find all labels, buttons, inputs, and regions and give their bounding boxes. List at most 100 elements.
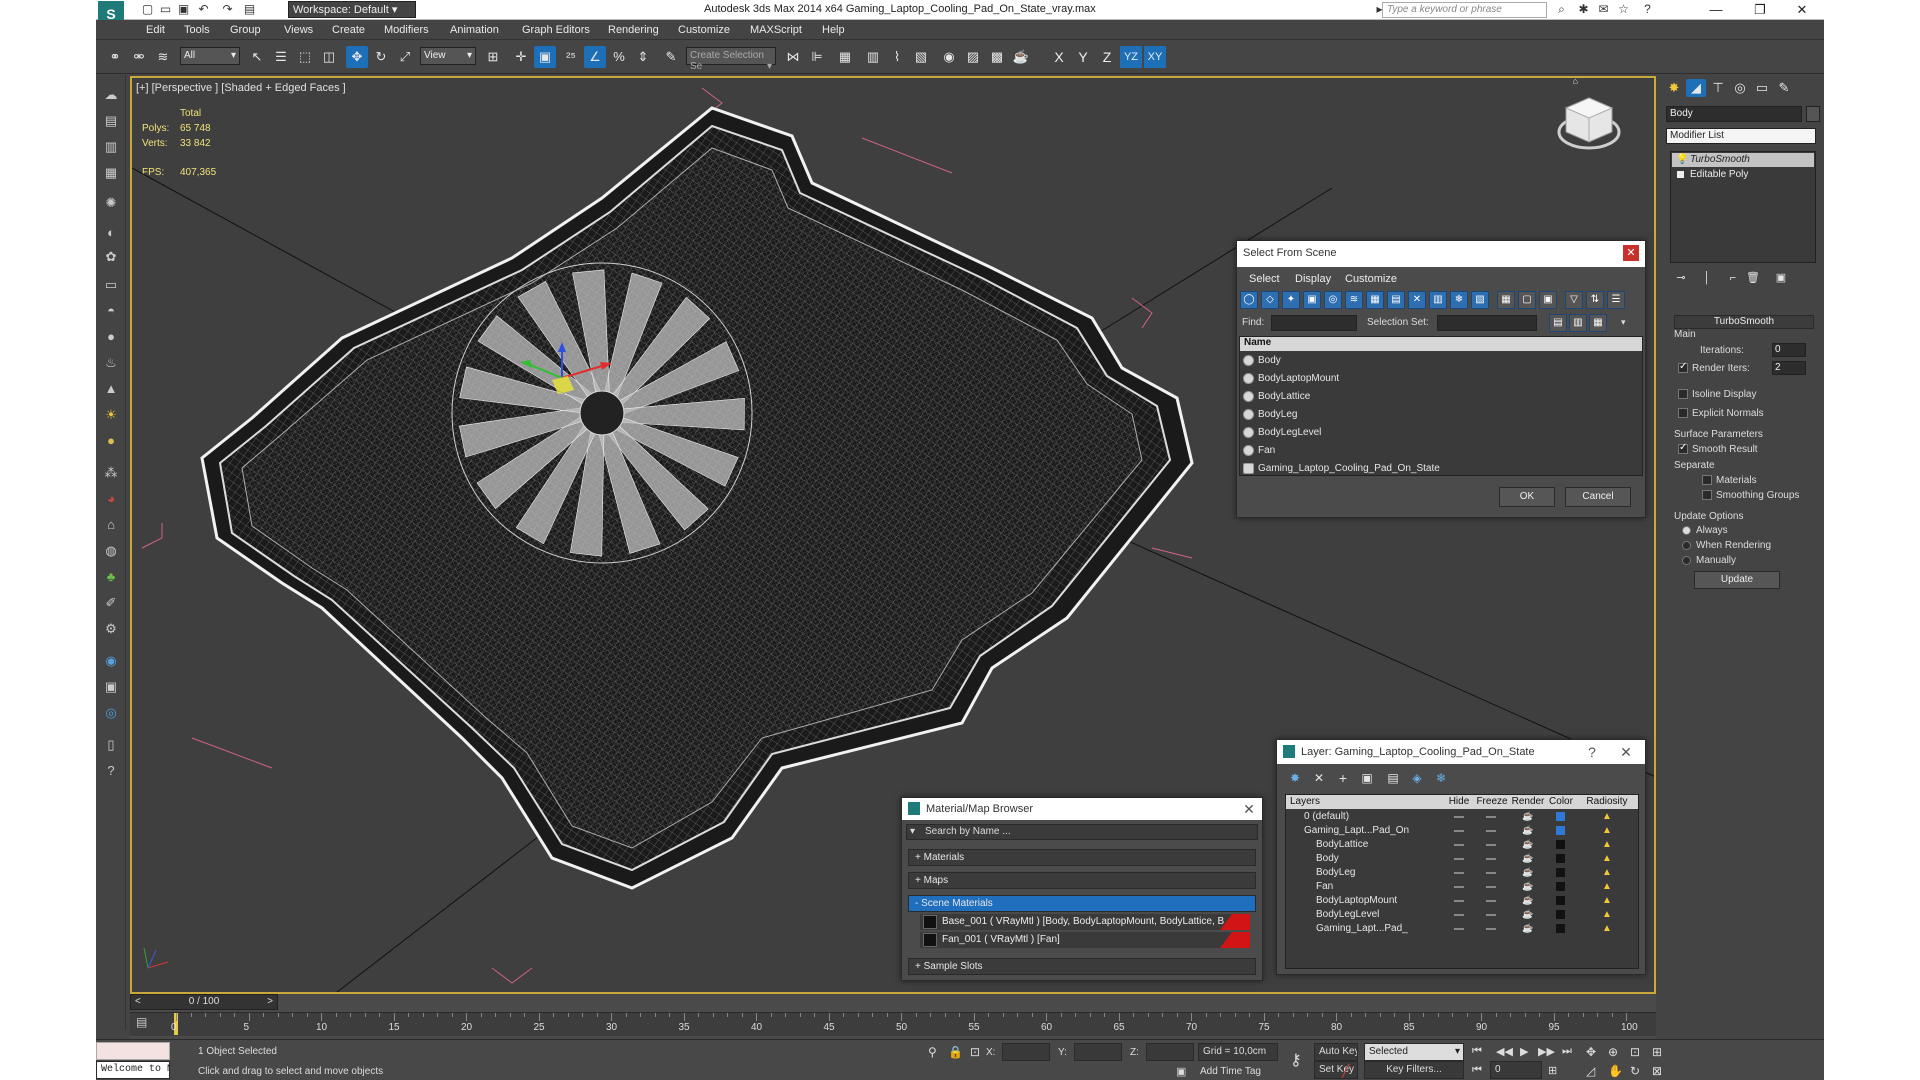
filter-lights-icon[interactable]: ✦ — [1282, 291, 1300, 309]
schematic-view-icon[interactable]: ▧ — [910, 46, 932, 68]
menu-views[interactable]: Views — [284, 24, 313, 36]
hide-toggle[interactable] — [1454, 858, 1464, 860]
key-mode-dropdown[interactable]: Selected ▾ — [1364, 1043, 1464, 1061]
radiosity-toggle-icon[interactable]: ▲ — [1602, 867, 1613, 878]
layer-color-swatch[interactable] — [1556, 826, 1565, 835]
pivot-center-icon[interactable]: ⊞ — [482, 46, 504, 68]
scene-object-bodyleglevel[interactable]: BodyLegLevel — [1240, 424, 1642, 441]
filter-geometry-icon[interactable]: ◯ — [1240, 291, 1258, 309]
motion-tab-icon[interactable]: ◎ — [1730, 79, 1750, 97]
material-base-001[interactable]: Base_001 ( VRayMtl ) [Body, BodyLaptopMo… — [920, 914, 1250, 930]
sphere-light-icon[interactable]: ● — [101, 431, 121, 451]
book-icon[interactable]: ▯ — [101, 735, 121, 755]
display-tab-icon[interactable]: ▭ — [1752, 79, 1772, 97]
absolute-mode-icon[interactable]: ⊡ — [970, 1045, 980, 1059]
new-layer-icon[interactable]: ✸ — [1285, 768, 1305, 788]
go-to-end-icon[interactable]: ⏭ — [1562, 1045, 1572, 1058]
binoculars-icon[interactable]: ⌕ — [1554, 2, 1569, 17]
scene-object-fan[interactable]: Fan — [1240, 442, 1642, 459]
time-tag-icon[interactable]: ▣ — [1176, 1065, 1186, 1078]
menu-rendering[interactable]: Rendering — [608, 24, 659, 36]
browser-search-input[interactable]: Search by Name ... — [925, 826, 1011, 837]
freeze-toggle[interactable] — [1486, 844, 1496, 846]
radiosity-toggle-icon[interactable]: ▲ — [1602, 923, 1613, 934]
freeze-toggle[interactable] — [1486, 928, 1496, 930]
select-and-move-icon[interactable]: ✥ — [346, 46, 368, 68]
select-and-scale-icon[interactable]: ⤢ — [394, 46, 416, 68]
layer-row[interactable]: BodyLattice ☕ ▲ — [1286, 838, 1638, 852]
new-file-icon[interactable]: ▢ — [140, 2, 155, 17]
render-setup-icon[interactable]: ▨ — [962, 46, 984, 68]
isoline-display-checkbox[interactable] — [1678, 389, 1688, 399]
configure-modifier-sets-icon[interactable]: ▣ — [1772, 269, 1790, 287]
freeze-toggle[interactable] — [1486, 816, 1496, 818]
snaps-toggle-icon[interactable]: ²⁵ — [560, 46, 582, 68]
remove-from-set-icon[interactable]: ▦ — [1589, 314, 1607, 332]
group-sample-slots[interactable]: + Sample Slots — [908, 958, 1256, 975]
infocenter-search-input[interactable]: Type a keyword or phrase — [1382, 2, 1547, 18]
play-icon[interactable]: ▶ — [1520, 1045, 1528, 1058]
layer-explorer-icon[interactable]: ▥ — [101, 137, 121, 157]
object-color-swatch[interactable] — [1806, 106, 1820, 122]
render-mtl-icon[interactable]: ◕ — [101, 489, 121, 509]
maximize-viewport-icon[interactable]: ⊠ — [1652, 1064, 1662, 1078]
menu-animation[interactable]: Animation — [450, 24, 499, 36]
workspace-dropdown[interactable]: Workspace: Default ▾ — [288, 1, 416, 18]
layers-column-header[interactable]: Layers — [1286, 795, 1444, 809]
menu-edit[interactable]: Edit — [146, 24, 165, 36]
menu-maxscript[interactable]: MAXScript — [750, 24, 802, 36]
layer-color-swatch[interactable] — [1556, 910, 1565, 919]
layout-icon[interactable]: ▦ — [101, 163, 121, 183]
minimize-button[interactable]: — — [1696, 0, 1736, 20]
time-slider-prev[interactable]: < — [135, 995, 141, 1009]
key-icon[interactable]: ⚷ — [1290, 1050, 1302, 1070]
subscription-icon[interactable]: ✱ — [1576, 2, 1591, 17]
render-toggle-icon[interactable]: ☕ — [1522, 882, 1533, 891]
select-and-link-icon[interactable]: ⚭ — [104, 46, 126, 68]
freeze-column-header[interactable]: Freeze — [1474, 795, 1510, 809]
make-unique-icon[interactable]: ⌐ — [1724, 269, 1742, 287]
add-time-tag[interactable]: Add Time Tag — [1200, 1066, 1261, 1077]
cone-icon[interactable]: ▲ — [101, 379, 121, 399]
particle-icon[interactable]: ✿ — [101, 247, 121, 267]
smooth-result-checkbox[interactable] — [1678, 442, 1688, 454]
render-production-icon[interactable]: ☕ — [1010, 46, 1032, 68]
zoom-icon[interactable]: ✥ — [1586, 1045, 1596, 1059]
scene-object-bodylaptopmount[interactable]: BodyLaptopMount — [1240, 370, 1642, 387]
x-coord-field[interactable] — [1002, 1043, 1050, 1061]
bulb-icon[interactable]: 💡 — [1676, 153, 1688, 167]
name-column-header[interactable]: Name — [1240, 337, 1642, 351]
select-all-icon[interactable]: ▦ — [1497, 291, 1515, 309]
filter-frozen-icon[interactable]: ❄ — [1450, 291, 1468, 309]
modifier-list-dropdown[interactable]: Modifier List — [1666, 128, 1816, 144]
key-brush-icon[interactable]: ╱ — [1342, 1064, 1349, 1078]
menu-modifiers[interactable]: Modifiers — [384, 24, 429, 36]
radiosity-toggle-icon[interactable]: ▲ — [1602, 909, 1613, 920]
yz-plane-constraint[interactable]: YZ — [1120, 46, 1142, 68]
when-rendering-radio[interactable] — [1682, 541, 1691, 550]
manipulate-icon[interactable]: ✛ — [510, 46, 532, 68]
render-toggle-icon[interactable]: ☕ — [1522, 896, 1533, 905]
rendered-frame-window-icon[interactable]: ▩ — [986, 46, 1008, 68]
open-file-icon[interactable]: ▭ — [158, 2, 173, 17]
hide-toggle[interactable] — [1454, 872, 1464, 874]
favorites-star-icon[interactable]: ☆ — [1616, 2, 1631, 17]
filter-bones-icon[interactable]: ✕ — [1408, 291, 1426, 309]
hide-toggle[interactable] — [1454, 900, 1464, 902]
render-toggle-icon[interactable]: ☕ — [1522, 826, 1533, 835]
menu-help[interactable]: Help — [822, 24, 845, 36]
cancel-button[interactable]: Cancel — [1565, 487, 1631, 507]
layer-color-swatch[interactable] — [1556, 840, 1565, 849]
render-iters-checkbox[interactable] — [1678, 361, 1688, 373]
save-file-icon[interactable]: ▣ — [176, 2, 191, 17]
create-selection-set-icon[interactable]: ▤ — [1549, 314, 1567, 332]
next-frame-icon[interactable]: ▶▶ — [1538, 1045, 1555, 1058]
scene-object-bodyleg[interactable]: BodyLeg — [1240, 406, 1642, 423]
brush-icon[interactable]: ✐ — [101, 593, 121, 613]
unlink-icon[interactable]: ⚮ — [128, 46, 150, 68]
hide-toggle[interactable] — [1454, 886, 1464, 888]
align-icon[interactable]: ⊫ — [806, 46, 828, 68]
keyboard-shortcut-override-icon[interactable]: ▣ — [534, 46, 556, 68]
window-crossing-icon[interactable]: ◫ — [318, 46, 340, 68]
hide-toggle[interactable] — [1454, 928, 1464, 930]
